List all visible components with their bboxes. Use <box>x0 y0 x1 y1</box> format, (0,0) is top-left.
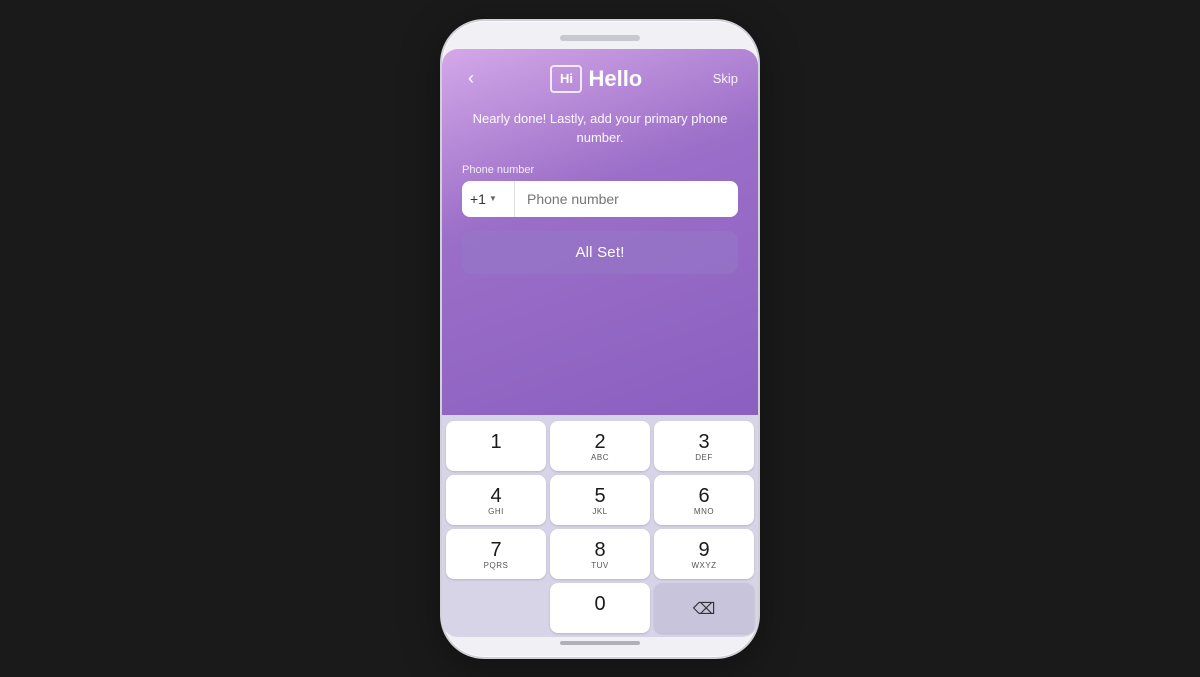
key-6[interactable]: 6 MNO <box>654 475 754 525</box>
keyboard-grid: 1 2 ABC 3 DEF 4 GHI 5 JKL <box>446 421 754 633</box>
key-2-letters: ABC <box>591 453 609 463</box>
key-2[interactable]: 2 ABC <box>550 421 650 471</box>
key-8-number: 8 <box>594 539 605 561</box>
phone-input-row: +1 ▼ <box>462 181 738 217</box>
key-3-letters: DEF <box>695 453 713 463</box>
backspace-key[interactable]: ⌫ <box>654 583 754 633</box>
key-5-letters: JKL <box>592 507 607 517</box>
app-name: Hello <box>588 66 642 92</box>
keyboard-area: 1 2 ABC 3 DEF 4 GHI 5 JKL <box>442 415 758 637</box>
key-5[interactable]: 5 JKL <box>550 475 650 525</box>
key-5-number: 5 <box>594 485 605 507</box>
key-9[interactable]: 9 WXYZ <box>654 529 754 579</box>
screen: ‹ Hi Hello Skip Nearly done! Lastly, add… <box>442 49 758 637</box>
phone-field-label: Phone number <box>462 164 738 176</box>
phone-number-input[interactable] <box>514 181 738 217</box>
key-3[interactable]: 3 DEF <box>654 421 754 471</box>
key-8-letters: TUV <box>591 561 609 571</box>
key-1-number: 1 <box>490 431 501 453</box>
key-0-number: 0 <box>594 593 605 615</box>
key-3-number: 3 <box>698 431 709 453</box>
back-button[interactable]: ‹ <box>462 66 480 91</box>
top-bar: ‹ Hi Hello Skip <box>462 65 738 93</box>
skip-button[interactable]: Skip <box>713 71 738 86</box>
key-6-number: 6 <box>698 485 709 507</box>
backspace-icon: ⌫ <box>693 599 716 619</box>
key-0[interactable]: 0 <box>550 583 650 633</box>
key-empty <box>446 583 546 633</box>
key-4[interactable]: 4 GHI <box>446 475 546 525</box>
key-4-letters: GHI <box>488 507 504 517</box>
key-2-number: 2 <box>594 431 605 453</box>
hi-logo: Hi <box>550 65 582 93</box>
key-1[interactable]: 1 <box>446 421 546 471</box>
all-set-button[interactable]: All Set! <box>462 231 738 274</box>
caret-icon: ▼ <box>489 194 497 203</box>
key-9-letters: WXYZ <box>691 561 716 571</box>
key-6-letters: MNO <box>694 507 714 517</box>
logo-title: Hi Hello <box>550 65 642 93</box>
key-9-number: 9 <box>698 539 709 561</box>
app-content: ‹ Hi Hello Skip Nearly done! Lastly, add… <box>442 49 758 415</box>
phone-frame: ‹ Hi Hello Skip Nearly done! Lastly, add… <box>440 19 760 659</box>
key-7[interactable]: 7 PQRS <box>446 529 546 579</box>
key-8[interactable]: 8 TUV <box>550 529 650 579</box>
country-code-selector[interactable]: +1 ▼ <box>462 181 514 217</box>
key-7-letters: PQRS <box>484 561 509 571</box>
country-code-value: +1 <box>470 191 486 207</box>
key-4-number: 4 <box>490 485 501 507</box>
subtitle-text: Nearly done! Lastly, add your primary ph… <box>462 109 738 148</box>
key-7-number: 7 <box>490 539 501 561</box>
